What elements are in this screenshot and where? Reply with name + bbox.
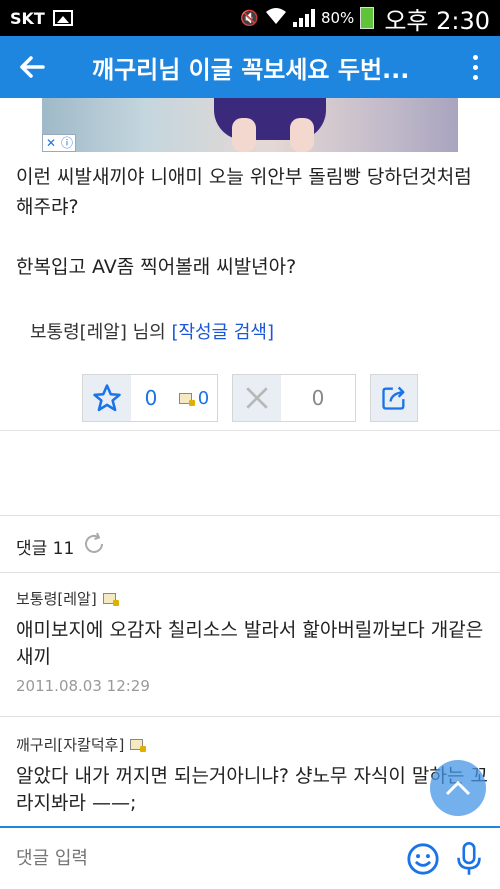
comment-text: 알았다 내가 꺼지면 되는거아니냐? 샹노무 자식이 말하는 꼬라지봐라 ——; xyxy=(16,765,488,814)
article-paragraph: 이런 씨발새끼야 니애미 오늘 위안부 돌림빵 당하던것처럼 해주랴? xyxy=(16,166,472,218)
comment-author-row: 보통령[레알] xyxy=(16,588,490,609)
ad-figure-leg xyxy=(290,118,314,152)
like-group: 0 0 xyxy=(82,374,218,422)
comment-item: 보통령[레알] 애미보지에 오감자 칠리소스 발라서 핥아버릴까보다 개같은새끼… xyxy=(16,588,490,695)
share-button[interactable] xyxy=(371,375,417,421)
signal-icon xyxy=(292,9,315,27)
divider xyxy=(0,430,500,431)
smiley-icon xyxy=(407,842,439,875)
dislike-count: 0 xyxy=(311,386,325,410)
like-button[interactable] xyxy=(83,375,131,421)
lock-count: 0 xyxy=(197,387,210,409)
comment-input-bar xyxy=(0,826,500,889)
battery-percent: 80% xyxy=(320,9,355,27)
article-body: 이런 씨발새끼야 니애미 오늘 위안부 돌림빵 당하던것처럼 해주랴? 한복입고… xyxy=(16,162,486,312)
comment-text: 애미보지에 오감자 칠리소스 발라서 핥아버릴까보다 개같은새끼 xyxy=(16,619,484,668)
divider xyxy=(0,716,500,717)
image-notification-icon xyxy=(52,10,73,26)
star-icon xyxy=(93,384,121,412)
chevron-up-icon xyxy=(445,780,471,796)
battery-icon xyxy=(360,7,375,29)
voice-input-button[interactable] xyxy=(446,836,492,882)
comment-author[interactable]: 깨구리[자칼덕후] xyxy=(16,734,124,755)
comment-input[interactable] xyxy=(0,848,400,869)
ad-close-icon[interactable]: ✕ xyxy=(43,135,59,151)
author-name: 보통령[레알] xyxy=(30,322,127,343)
dislike-button[interactable] xyxy=(233,375,281,421)
scroll-top-button[interactable] xyxy=(430,760,486,816)
emoji-button[interactable] xyxy=(400,836,446,882)
clock: 오후 2:30 xyxy=(384,6,490,35)
author-suffix: 님의 xyxy=(126,322,172,343)
ad-figure-leg xyxy=(232,118,256,152)
comment-date: 2011.08.03 12:29 xyxy=(16,677,150,695)
microphone-icon xyxy=(457,841,481,875)
back-button[interactable] xyxy=(0,36,64,98)
page-title: 깨구리님 이글 꼭보세요 두번... xyxy=(92,55,410,84)
lock-icon xyxy=(130,739,147,752)
lock-icon xyxy=(178,392,195,406)
refresh-icon xyxy=(85,532,104,553)
ad-banner-image[interactable]: ✕ ⓘ xyxy=(42,98,458,152)
share-icon xyxy=(382,386,405,410)
article-paragraph: 한복입고 AV좀 찍어볼래 씨발년아? xyxy=(16,256,297,278)
divider xyxy=(0,515,500,516)
overflow-menu-button[interactable] xyxy=(450,54,500,80)
ad-info-icon[interactable]: ⓘ xyxy=(59,135,75,151)
comments-count-label: 댓글 11 xyxy=(16,539,75,559)
lock-count-wrap: 0 xyxy=(171,375,217,421)
author-line: 보통령[레알] 님의 [작성글 검색] xyxy=(30,318,274,344)
app-bar: 깨구리님 이글 꼭보세요 두번... xyxy=(0,36,500,98)
comment-item: 깨구리[자칼덕후] 알았다 내가 꺼지면 되는거아니냐? 샹노무 자식이 말하는… xyxy=(16,734,490,817)
refresh-button[interactable] xyxy=(82,532,106,561)
x-icon xyxy=(246,387,268,409)
lock-icon xyxy=(102,593,119,606)
status-bar: SKT 🔇 80% 오후 2:30 xyxy=(0,0,500,36)
search-posts-link[interactable]: [작성글 검색] xyxy=(171,322,274,343)
carrier-label: SKT xyxy=(10,8,45,28)
arrow-left-icon xyxy=(20,56,45,78)
dislike-group: 0 xyxy=(232,374,356,422)
mute-icon: 🔇 xyxy=(240,9,259,27)
like-count: 0 xyxy=(144,386,158,410)
share-group xyxy=(370,374,418,422)
divider xyxy=(0,572,500,573)
comment-author[interactable]: 보통령[레알] xyxy=(16,588,97,609)
wifi-icon xyxy=(265,7,287,29)
comments-header: 댓글 11 xyxy=(16,532,106,561)
ad-controls: ✕ ⓘ xyxy=(42,134,76,152)
comment-author-row: 깨구리[자칼덕후] xyxy=(16,734,490,755)
